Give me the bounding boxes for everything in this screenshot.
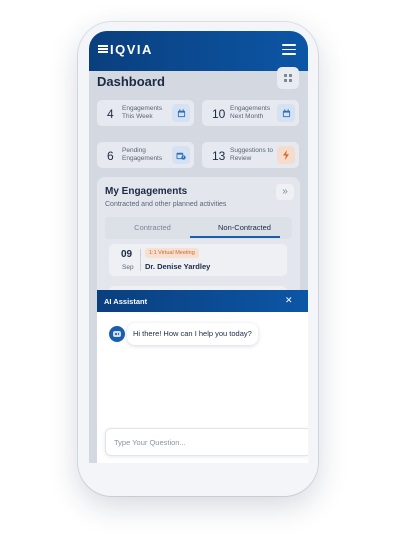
calendar-icon bbox=[277, 104, 295, 122]
grid-icon bbox=[284, 74, 292, 82]
double-chevron-right-icon: » bbox=[282, 186, 288, 197]
bot-avatar-icon bbox=[109, 326, 125, 342]
grid-view-button[interactable] bbox=[277, 67, 299, 89]
calendar-icon bbox=[172, 104, 190, 122]
pending-calendar-icon bbox=[172, 146, 190, 164]
logo-mark-icon bbox=[98, 44, 108, 54]
tab-non-contracted[interactable]: Non-Contracted bbox=[202, 223, 287, 232]
engagements-title: My Engagements bbox=[105, 186, 188, 197]
stat-engagements-next-month[interactable]: 10 Engagements Next Month bbox=[202, 100, 299, 126]
contact-name: Dr. Denise Yardley bbox=[145, 262, 211, 271]
item-month: Sep bbox=[122, 264, 134, 271]
item-day: 09 bbox=[121, 249, 133, 260]
stat-pending-engagements[interactable]: 6 Pending Engagements bbox=[97, 142, 194, 168]
meeting-type-badge: 1:1 Virtual Meeting bbox=[145, 248, 199, 258]
assistant-message: Hi there! How can I help you today? bbox=[127, 323, 258, 345]
close-icon[interactable]: ✕ bbox=[285, 295, 293, 306]
page-title: Dashboard bbox=[97, 74, 165, 89]
hamburger-icon[interactable] bbox=[282, 44, 296, 55]
top-bar: IQVIA bbox=[89, 31, 308, 71]
divider bbox=[140, 249, 141, 271]
stat-engagements-this-week[interactable]: 4 Engagements This Week bbox=[97, 100, 194, 126]
engagements-subtitle: Contracted and other planned activities bbox=[105, 201, 227, 208]
question-input[interactable] bbox=[105, 428, 308, 456]
active-tab-indicator bbox=[190, 236, 280, 238]
ai-assistant-title: AI Assistant bbox=[104, 297, 148, 306]
expand-engagements-button[interactable]: » bbox=[276, 184, 294, 200]
lightning-icon bbox=[277, 146, 295, 164]
tab-contracted[interactable]: Contracted bbox=[110, 223, 195, 232]
iqvia-logo: IQVIA bbox=[98, 42, 153, 57]
stat-suggestions-to-review[interactable]: 13 Suggestions to Review bbox=[202, 142, 299, 168]
app-screen: IQVIA Dashboard 4 Engagements This Week … bbox=[89, 31, 308, 463]
list-item[interactable]: 09 Sep 1:1 Virtual Meeting Dr. Denise Ya… bbox=[109, 244, 287, 276]
